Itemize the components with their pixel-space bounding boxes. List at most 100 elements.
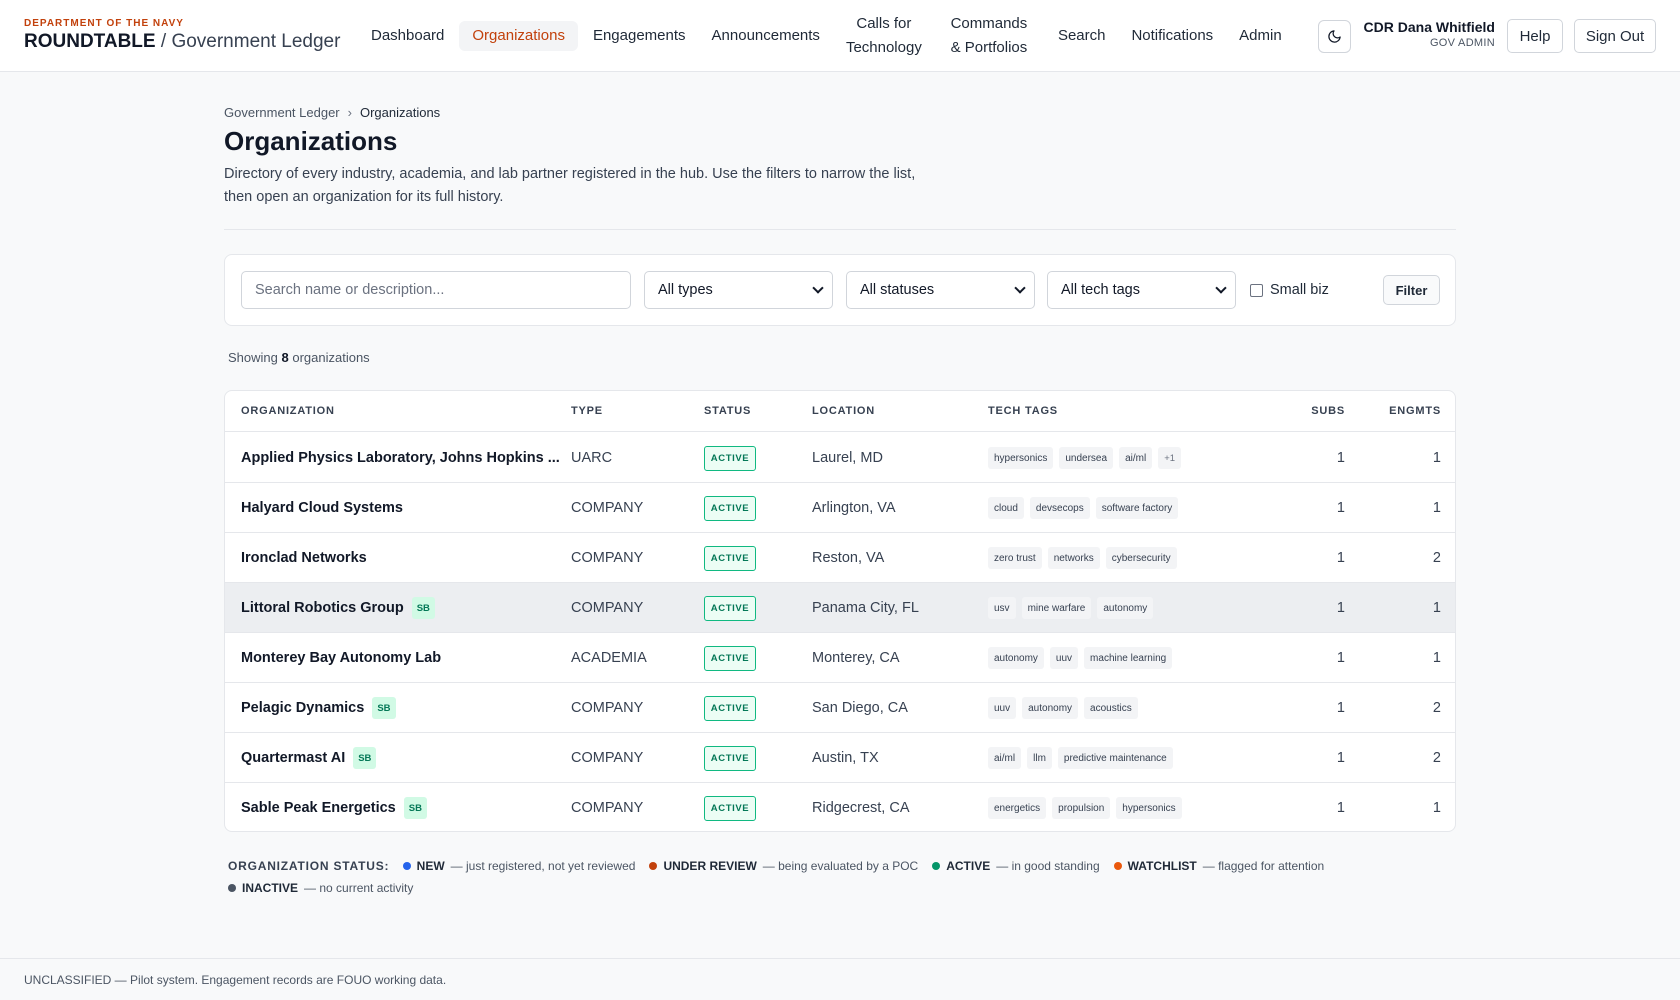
status-cell: ACTIVE [704, 783, 756, 831]
table-row[interactable]: Monterey Bay Autonomy Lab ACADEMIA ACTIV… [225, 633, 1455, 683]
nav-organizations[interactable]: Organizations [459, 21, 578, 51]
filter-button[interactable]: Filter [1383, 275, 1440, 305]
more-tags-count[interactable]: +1 [1158, 447, 1182, 469]
org-name[interactable]: Quartermast AI [241, 750, 345, 766]
legend-label: INACTIVE [242, 881, 299, 895]
subs-count: 1 [1336, 450, 1345, 466]
tech-tag: autonomy [988, 647, 1044, 669]
status-dot-icon [649, 862, 658, 870]
breadcrumb-current: Organizations [359, 105, 441, 120]
tech-tag: acoustics [1084, 697, 1138, 719]
nav-calls-for-technology[interactable]: Calls for Technology [833, 10, 933, 62]
user-name: CDR Dana Whitfield [1363, 19, 1495, 35]
theme-toggle-button[interactable] [1318, 20, 1351, 53]
main-nav: Dashboard Organizations Engagements Anno… [358, 10, 1295, 62]
organizations-table: ORGANIZATION TYPE STATUS LOCATION TECH T… [224, 390, 1456, 832]
org-name-cell[interactable]: Littoral Robotics Group SB [241, 583, 561, 633]
col-organization[interactable]: ORGANIZATION [241, 405, 335, 417]
tech-tags-cell: zero trust networks cybersecurity [988, 533, 1177, 583]
table-row[interactable]: Ironclad Networks COMPANY ACTIVE Reston,… [225, 533, 1455, 583]
engmts-count: 1 [1432, 600, 1441, 616]
tech-tag: zero trust [988, 547, 1042, 569]
org-location: Austin, TX [812, 750, 879, 766]
org-name-cell[interactable]: Halyard Cloud Systems [241, 483, 561, 533]
type-select[interactable]: All types [644, 271, 833, 309]
sign-out-button[interactable]: Sign Out [1574, 19, 1656, 53]
org-name-cell[interactable]: Quartermast AI SB [241, 733, 561, 783]
tech-tag: hypersonics [1116, 797, 1182, 819]
nav-engagements[interactable]: Engagements [580, 10, 699, 62]
tech-tag: software factory [1095, 497, 1179, 519]
page-title: Organizations [224, 126, 398, 156]
small-biz-filter[interactable]: Small biz [1250, 282, 1329, 298]
table-header: ORGANIZATION TYPE STATUS LOCATION TECH T… [225, 391, 1455, 432]
legend-label: UNDER REVIEW [663, 859, 757, 873]
org-name-cell[interactable]: Applied Physics Laboratory, Johns Hopkin… [241, 433, 561, 483]
small-business-badge: SB [403, 797, 427, 819]
org-name[interactable]: Halyard Cloud Systems [241, 500, 403, 516]
status-dot-icon [402, 862, 411, 870]
legend-item: ACTIVE — in good standing [932, 855, 1100, 877]
org-name[interactable]: Monterey Bay Autonomy Lab [241, 650, 441, 666]
small-biz-checkbox[interactable] [1250, 283, 1263, 297]
page-description: Directory of every industry, academia, a… [224, 166, 916, 205]
org-name-cell[interactable]: Sable Peak Energetics SB [241, 783, 561, 831]
small-business-badge: SB [353, 747, 377, 769]
subs-count: 1 [1336, 550, 1345, 566]
legend-label: NEW [416, 859, 445, 873]
help-button[interactable]: Help [1507, 19, 1563, 53]
tech-tags-cell: ai/ml llm predictive maintenance [988, 733, 1173, 783]
col-type[interactable]: TYPE [571, 405, 603, 417]
nav-search[interactable]: Search [1045, 10, 1119, 62]
org-name[interactable]: Sable Peak Energetics [241, 800, 396, 816]
table-row[interactable]: Littoral Robotics Group SB COMPANY ACTIVE… [225, 583, 1455, 633]
col-location[interactable]: LOCATION [812, 405, 875, 417]
table-row[interactable]: Pelagic Dynamics SB COMPANY ACTIVE San Di… [225, 683, 1455, 733]
nav-announcements[interactable]: Announcements [699, 10, 833, 62]
engmts-count: 1 [1432, 450, 1441, 466]
legend-item: WATCHLIST — flagged for attention [1113, 855, 1324, 877]
nav-dashboard[interactable]: Dashboard [358, 10, 457, 62]
status-cell: ACTIVE [704, 683, 756, 733]
tech-tag: ai/ml [1119, 447, 1153, 469]
divider [224, 229, 1456, 230]
search-input[interactable]: Search name or description... [241, 271, 631, 309]
chevron-down-icon [812, 282, 824, 294]
org-name[interactable]: Littoral Robotics Group [241, 600, 404, 616]
table-row[interactable]: Applied Physics Laboratory, Johns Hopkin… [225, 433, 1455, 483]
table-row[interactable]: Halyard Cloud Systems COMPANY ACTIVE Arl… [225, 483, 1455, 533]
user-info: CDR Dana Whitfield GOV ADMIN [1360, 19, 1495, 49]
tech-tags-select[interactable]: All tech tags [1047, 271, 1236, 309]
legend-label: ACTIVE [946, 859, 991, 873]
legend-desc: — no current activity [304, 881, 414, 895]
col-tech-tags[interactable]: TECH TAGS [988, 405, 1058, 417]
user-role: GOV ADMIN [1429, 37, 1495, 49]
col-subs[interactable]: SUBS [1301, 405, 1345, 417]
org-location: Arlington, VA [812, 500, 896, 516]
status-cell: ACTIVE [704, 533, 756, 583]
small-business-badge: SB [411, 597, 435, 619]
nav-notifications[interactable]: Notifications [1118, 10, 1226, 62]
col-engmts[interactable]: ENGMTS [1379, 405, 1441, 417]
org-name-cell[interactable]: Pelagic Dynamics SB [241, 683, 561, 733]
org-name[interactable]: Pelagic Dynamics [241, 700, 364, 716]
moon-icon [1328, 30, 1341, 43]
org-type: COMPANY [571, 500, 644, 516]
brand[interactable]: DEPARTMENT OF THE NAVY ROUNDTABLE / Gove… [24, 18, 340, 53]
tech-tag: ai/ml [988, 747, 1022, 769]
table-row[interactable]: Quartermast AI SB COMPANY ACTIVE Austin, … [225, 733, 1455, 783]
org-name[interactable]: Applied Physics Laboratory, Johns Hopkin… [241, 450, 560, 466]
breadcrumb-root[interactable]: Government Ledger [224, 105, 340, 120]
org-location: Reston, VA [812, 550, 885, 566]
org-name-cell[interactable]: Ironclad Networks [241, 533, 561, 583]
nav-commands-portfolios[interactable]: Commands & Portfolios [933, 10, 1045, 62]
org-name-cell[interactable]: Monterey Bay Autonomy Lab [241, 633, 561, 683]
col-status[interactable]: STATUS [704, 405, 751, 417]
org-type: COMPANY [571, 800, 644, 816]
table-row[interactable]: Sable Peak Energetics SB COMPANY ACTIVE R… [225, 783, 1455, 831]
org-name[interactable]: Ironclad Networks [241, 550, 367, 566]
nav-admin[interactable]: Admin [1226, 10, 1295, 62]
status-select[interactable]: All statuses [846, 271, 1035, 309]
small-business-badge: SB [372, 697, 396, 719]
tech-tags-cell: usv mine warfare autonomy [988, 583, 1154, 633]
